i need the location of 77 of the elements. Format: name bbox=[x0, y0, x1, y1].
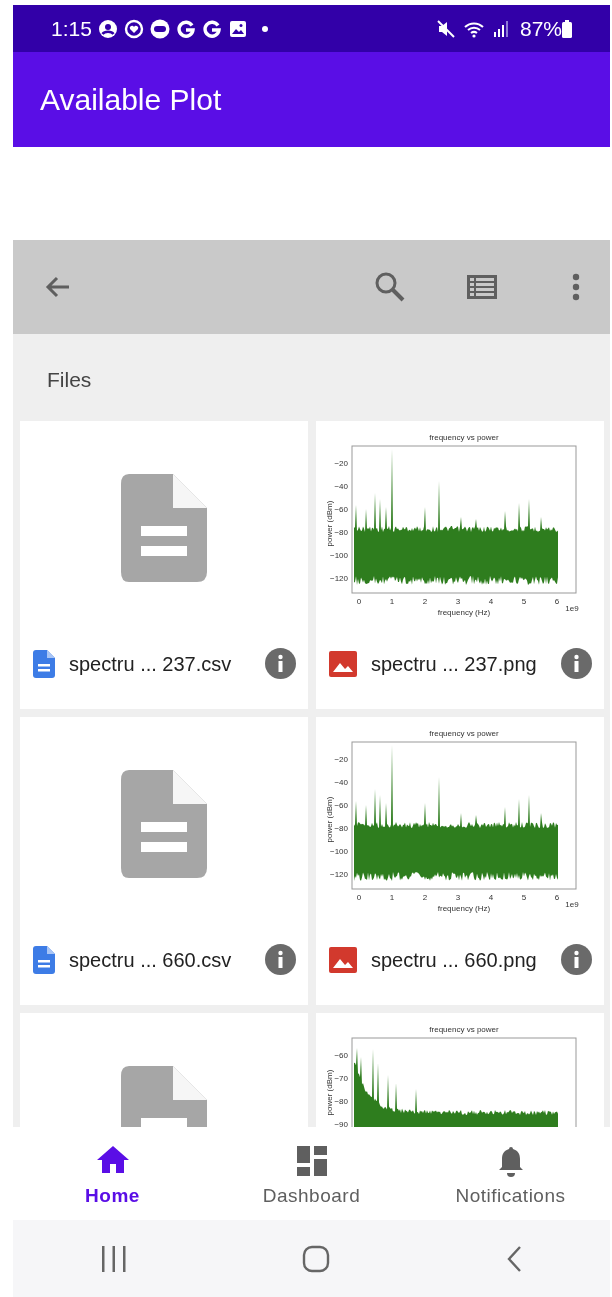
info-icon[interactable] bbox=[561, 648, 592, 679]
nav-tab[interactable]: Dashboard bbox=[212, 1127, 411, 1220]
tick-label: −80 bbox=[334, 527, 348, 537]
tick-label: 6 bbox=[554, 892, 560, 902]
battery-percent: 87% bbox=[519, 15, 562, 42]
file-name: spectru ... 237.csv bbox=[69, 651, 233, 677]
tick-label: 4 bbox=[488, 596, 494, 606]
tick-label: −20 bbox=[334, 754, 348, 764]
tick-label: −60 bbox=[334, 1050, 348, 1060]
tick-label: 2 bbox=[422, 892, 428, 902]
document-icon bbox=[33, 649, 55, 678]
info-icon[interactable] bbox=[265, 648, 296, 679]
battery-icon bbox=[562, 19, 572, 38]
axis-offset: 1e9 bbox=[565, 899, 579, 909]
dashboard-icon bbox=[294, 1144, 329, 1178]
tick-label: 5 bbox=[521, 596, 527, 606]
file-card[interactable]: spectru ... 660.csv bbox=[20, 716, 308, 1005]
tick-label: 2 bbox=[422, 596, 428, 606]
recent-apps-icon[interactable] bbox=[100, 1244, 127, 1273]
document-icon bbox=[33, 945, 55, 974]
file-name: spectru ... 660.csv bbox=[69, 947, 233, 973]
tick-label: −90 bbox=[334, 1119, 348, 1127]
search-icon[interactable] bbox=[374, 271, 406, 303]
tick-label: −60 bbox=[334, 800, 348, 810]
person-icon bbox=[97, 18, 118, 39]
tick-label: −100 bbox=[329, 846, 348, 856]
info-icon[interactable] bbox=[561, 944, 592, 975]
plot-title: frequency vs power bbox=[429, 432, 499, 442]
app-title: Available Plot bbox=[40, 82, 222, 118]
status-time: 1:15 bbox=[51, 15, 92, 42]
image-icon bbox=[329, 946, 357, 973]
tick-label: 0 bbox=[356, 596, 362, 606]
tick-label: 4 bbox=[488, 892, 494, 902]
g-icon bbox=[175, 18, 196, 39]
tick-label: 3 bbox=[455, 892, 461, 902]
tick-label: −100 bbox=[329, 550, 348, 560]
section-title: Files bbox=[46, 367, 93, 393]
axis-offset: 1e9 bbox=[565, 603, 579, 613]
back-icon[interactable] bbox=[506, 1244, 523, 1273]
tick-label: 0 bbox=[356, 892, 362, 902]
tick-label: −120 bbox=[329, 869, 348, 879]
tick-label: 1 bbox=[389, 892, 395, 902]
tick-label: −40 bbox=[334, 777, 348, 787]
file-icon bbox=[121, 770, 207, 878]
axis-label: power (dBm) bbox=[325, 1069, 334, 1115]
file-name: spectru ... 660.png bbox=[371, 947, 538, 973]
axis-label: power (dBm) bbox=[325, 500, 334, 546]
axis-label: frequency (Hz) bbox=[437, 903, 491, 913]
axis-label: frequency (Hz) bbox=[437, 607, 491, 617]
mute-icon bbox=[435, 18, 456, 39]
tick-label: 1 bbox=[389, 596, 395, 606]
g-icon bbox=[201, 18, 222, 39]
tick-label: −80 bbox=[334, 823, 348, 833]
tick-label: −70 bbox=[334, 1073, 348, 1083]
dot-icon bbox=[261, 25, 268, 32]
info-icon[interactable] bbox=[265, 944, 296, 975]
file-icon bbox=[121, 474, 207, 582]
tick-label: 3 bbox=[455, 596, 461, 606]
image-icon bbox=[329, 650, 357, 677]
tick-label: −80 bbox=[334, 1096, 348, 1106]
tick-label: −20 bbox=[334, 458, 348, 468]
tick-label: 5 bbox=[521, 892, 527, 902]
tick-label: 6 bbox=[554, 596, 560, 606]
more-icon[interactable] bbox=[572, 273, 580, 301]
image-icon bbox=[227, 18, 248, 39]
home-button-icon[interactable] bbox=[302, 1244, 331, 1273]
tick-label: −120 bbox=[329, 573, 348, 583]
nav-tab[interactable]: Notifications bbox=[411, 1127, 610, 1220]
plot-title: frequency vs power bbox=[429, 728, 499, 738]
tick-label: −60 bbox=[334, 504, 348, 514]
plot-title: frequency vs power bbox=[429, 1024, 499, 1034]
nav-tab[interactable]: Home bbox=[13, 1127, 212, 1220]
list-view-icon[interactable] bbox=[466, 273, 498, 301]
tick-label: −40 bbox=[334, 481, 348, 491]
file-name: spectru ... 237.png bbox=[371, 651, 538, 677]
file-card[interactable]: spectru ... 237.csv bbox=[20, 420, 308, 709]
axis-label: power (dBm) bbox=[325, 796, 334, 842]
